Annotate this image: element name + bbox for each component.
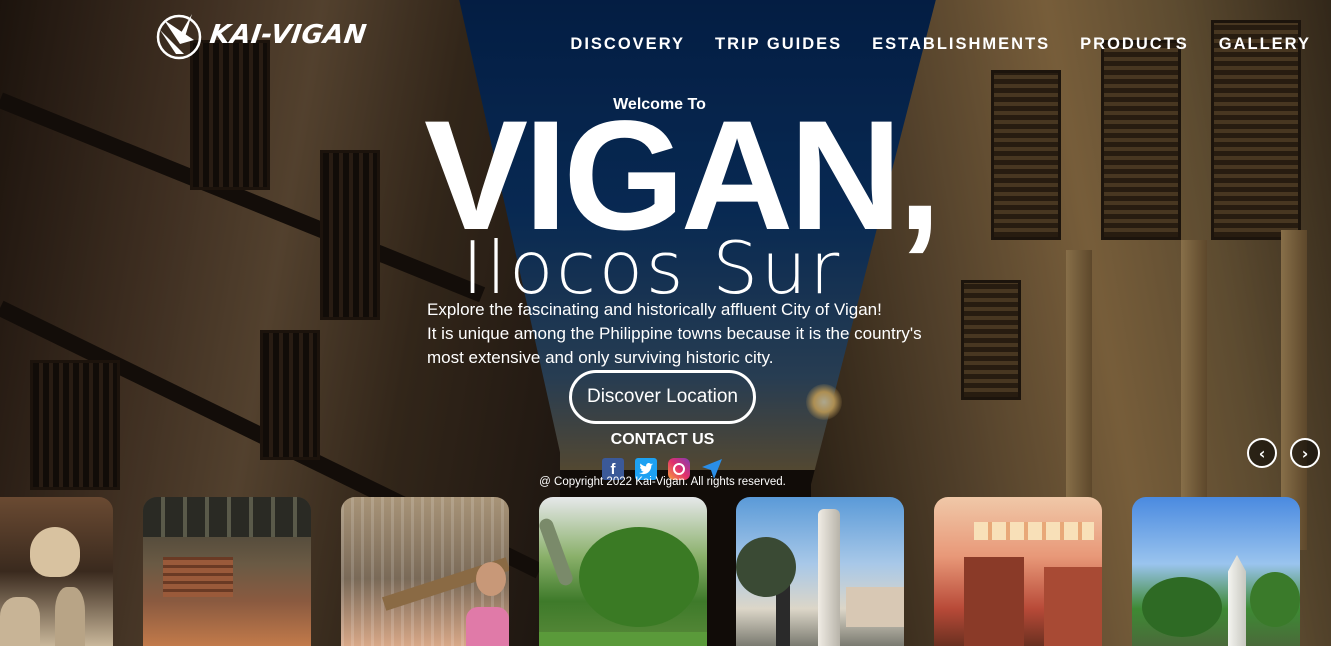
chevron-right-icon[interactable]: › [1290, 438, 1320, 468]
nav-gallery[interactable]: GALLERY [1219, 35, 1311, 54]
discover-location-button[interactable]: Discover Location [569, 370, 756, 424]
heritage-house-interior-photo[interactable] [934, 497, 1102, 646]
hero-description: Explore the fascinating and historically… [427, 298, 927, 370]
plaza-monument-photo[interactable] [736, 497, 904, 646]
copyright-text: @ Copyright 2022 Kai-Vigan. All rights r… [539, 476, 786, 488]
brand-logo[interactable]: KAI-VIGAN [154, 10, 369, 60]
nav-discovery[interactable]: DISCOVERY [570, 35, 685, 54]
logo-mark-icon [156, 14, 202, 60]
brick-kiln-workshop-photo[interactable] [143, 497, 311, 646]
dinosaur-park-photo[interactable] [539, 497, 707, 646]
nav-establishments[interactable]: ESTABLISHMENTS [872, 35, 1050, 54]
pottery-jars-photo[interactable] [0, 497, 113, 646]
description-line: It is unique among the Philippine towns … [427, 324, 922, 343]
description-line: Explore the fascinating and historically… [427, 300, 882, 319]
main-nav: DISCOVERY TRIP GUIDES ESTABLISHMENTS PRO… [570, 35, 1311, 54]
hero-subtitle: Ilocos Sur [462, 226, 843, 310]
nav-products[interactable]: PRODUCTS [1080, 35, 1189, 54]
brand-name: KAI-VIGAN [207, 20, 369, 50]
chevron-left-icon[interactable]: ‹ [1247, 438, 1277, 468]
contact-heading: CONTACT US [610, 431, 715, 448]
description-line: most extensive and only surviving histor… [427, 348, 774, 367]
nav-trip-guides[interactable]: TRIP GUIDES [715, 35, 842, 54]
weaver-at-loom-photo[interactable] [341, 497, 509, 646]
plaza-obelisk-photo[interactable] [1132, 497, 1300, 646]
